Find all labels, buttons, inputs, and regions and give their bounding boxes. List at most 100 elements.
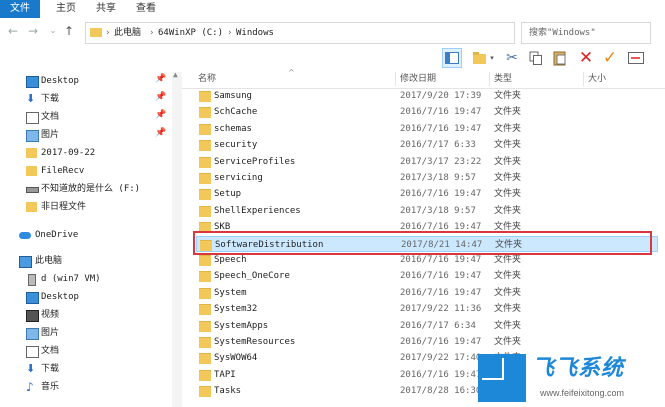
tab-share[interactable]: 共享 [88, 0, 124, 18]
file-type: 文件夹 [494, 123, 522, 134]
usb-drive-icon [28, 274, 36, 286]
navigation-pane: Desktop 📌 ⬇ 下载 📌 文档 📌 图片 📌 2017-09-22 Fi… [0, 72, 172, 407]
file-row[interactable]: Setup 2016/7/16 19:47 文件夹 [196, 186, 658, 202]
nav-item-drive-f[interactable]: 不知道放的是什么 (F:) [0, 180, 172, 198]
nav-item-onedrive[interactable]: OneDrive [0, 226, 172, 244]
file-row[interactable]: SystemResources 2016/7/16 19:47 文件夹 [196, 334, 658, 350]
nav-item-documents-pc[interactable]: 文档 [0, 342, 172, 360]
recent-chevron-icon[interactable]: ⌄ [46, 23, 60, 39]
nav-item-downloads-pc[interactable]: ⬇ 下载 [0, 360, 172, 378]
file-name: SystemApps [214, 320, 269, 331]
nav-label: 视频 [41, 310, 60, 320]
pin-icon[interactable]: 📌 [155, 92, 166, 102]
file-date: 2017/3/17 23:22 [400, 156, 482, 167]
file-name: SysWOW64 [214, 353, 258, 364]
file-row[interactable]: Samsung 2017/9/20 17:39 文件夹 [196, 88, 658, 104]
file-type: 文件夹 [494, 271, 522, 282]
file-type: 文件夹 [494, 173, 522, 183]
nav-item-folder-2017-09-22[interactable]: 2017-09-22 [0, 144, 172, 162]
nav-item-videos[interactable]: 视频 [0, 306, 172, 324]
nav-label: 2017-09-22 [41, 148, 96, 158]
pin-icon[interactable]: 📌 [155, 128, 166, 138]
nav-item-pictures-pc[interactable]: 图片 [0, 324, 172, 342]
nav-item-this-pc[interactable]: 此电脑 [0, 252, 172, 270]
nav-item-filerecv[interactable]: FileRecv [0, 162, 172, 180]
folder-icon [26, 148, 37, 158]
folder-icon [199, 123, 211, 135]
breadcrumb-this-pc[interactable]: 此电脑 [114, 26, 141, 40]
music-note-icon: ♪ [26, 380, 34, 394]
nav-item-desktop[interactable]: Desktop 📌 [0, 72, 172, 90]
folder-icon [26, 202, 37, 212]
file-date: 2017/9/20 17:39 [400, 91, 482, 101]
nav-label: Desktop [41, 76, 79, 86]
video-icon [26, 310, 39, 322]
nav-item-non-schedule-files[interactable]: 非日程文件 [0, 198, 172, 216]
file-row[interactable]: schemas 2016/7/16 19:47 文件夹 [196, 121, 658, 137]
file-date: 2016/7/16 19:47 [400, 271, 482, 282]
file-row[interactable]: ShellExperiences 2017/3/18 9:57 文件夹 [196, 203, 658, 219]
column-name[interactable]: 名称 [198, 72, 216, 86]
file-row[interactable]: System32 2017/9/22 11:36 文件夹 [196, 301, 658, 317]
file-row[interactable]: servicing 2017/3/18 9:57 文件夹 [196, 170, 658, 186]
file-row[interactable]: Speech_OneCore 2016/7/16 19:47 文件夹 [196, 268, 658, 284]
nav-item-documents[interactable]: 文档 📌 [0, 108, 172, 126]
column-divider[interactable] [583, 72, 584, 86]
file-date: 2017/9/22 11:36 [400, 304, 482, 315]
file-name: System32 [214, 304, 258, 315]
column-type[interactable]: 类型 [494, 72, 512, 86]
file-row[interactable]: SystemApps 2016/7/17 6:34 文件夹 [196, 318, 658, 334]
chevron-right-icon: › [150, 28, 154, 38]
nav-item-downloads[interactable]: ⬇ 下载 📌 [0, 90, 172, 108]
forward-arrow-icon[interactable]: → [26, 23, 40, 39]
file-row[interactable]: System 2016/7/16 19:47 文件夹 [196, 285, 658, 301]
nav-item-d-win7-vm[interactable]: d (win7 VM) [0, 270, 172, 288]
folder-icon [199, 271, 211, 283]
tab-view[interactable]: 查看 [128, 0, 164, 18]
nav-item-desktop-pc[interactable]: Desktop [0, 288, 172, 306]
watermark-title: 飞飞系统 [532, 356, 625, 381]
folder-icon [199, 386, 211, 398]
nav-label: OneDrive [35, 230, 79, 240]
breadcrumb-drive[interactable]: 64WinXP (C:) [158, 26, 223, 40]
tab-home[interactable]: 主页 [48, 0, 84, 18]
nav-scrollbar[interactable]: ▲ [172, 70, 182, 407]
file-date: 2017/9/22 17:40 [400, 353, 482, 364]
folder-icon [199, 320, 211, 332]
nav-item-pictures[interactable]: 图片 📌 [0, 126, 172, 144]
column-date[interactable]: 修改日期 [400, 72, 436, 86]
nav-label: 下载 [41, 94, 60, 104]
computer-icon [19, 256, 32, 268]
file-type: 文件夹 [494, 140, 522, 151]
file-name: Setup [214, 189, 242, 200]
pin-icon[interactable]: 📌 [155, 110, 166, 120]
pin-icon[interactable]: 📌 [155, 74, 166, 84]
nav-label: 非日程文件 [41, 202, 87, 212]
file-row[interactable]: SchCache 2016/7/16 19:47 文件夹 [196, 104, 658, 120]
column-header: ^ 名称 修改日期 类型 大小 [182, 68, 665, 89]
breadcrumb-windows[interactable]: Windows [236, 26, 274, 40]
column-divider[interactable] [489, 72, 490, 86]
folder-icon [199, 287, 211, 299]
nav-label: 图片 [41, 130, 60, 140]
back-arrow-icon[interactable]: ← [6, 23, 20, 39]
scroll-up-icon[interactable]: ▲ [173, 70, 178, 79]
cloud-icon [19, 232, 31, 239]
search-input[interactable]: 搜索"Windows" [521, 22, 651, 44]
column-divider[interactable] [395, 72, 396, 86]
file-date: 2016/7/16 19:47 [400, 337, 482, 347]
up-arrow-icon[interactable]: ↑ [62, 23, 76, 39]
download-arrow-icon: ⬇ [26, 362, 36, 375]
file-date: 2016/7/16 19:47 [400, 369, 482, 380]
file-row[interactable]: ServiceProfiles 2017/3/17 23:22 文件夹 [196, 154, 658, 170]
file-type: 文件夹 [494, 304, 522, 315]
file-type: 文件夹 [494, 255, 522, 265]
tab-file[interactable]: 文件 [0, 0, 40, 18]
nav-item-music[interactable]: ♪ 音乐 [0, 378, 172, 396]
file-name: Samsung [214, 91, 252, 101]
file-row[interactable]: security 2016/7/17 6:33 文件夹 [196, 137, 658, 153]
folder-icon [199, 353, 211, 365]
address-bar[interactable]: › 此电脑 › 64WinXP (C:) › Windows [85, 22, 515, 44]
column-size[interactable]: 大小 [588, 72, 606, 86]
nav-label: 图片 [41, 328, 60, 338]
